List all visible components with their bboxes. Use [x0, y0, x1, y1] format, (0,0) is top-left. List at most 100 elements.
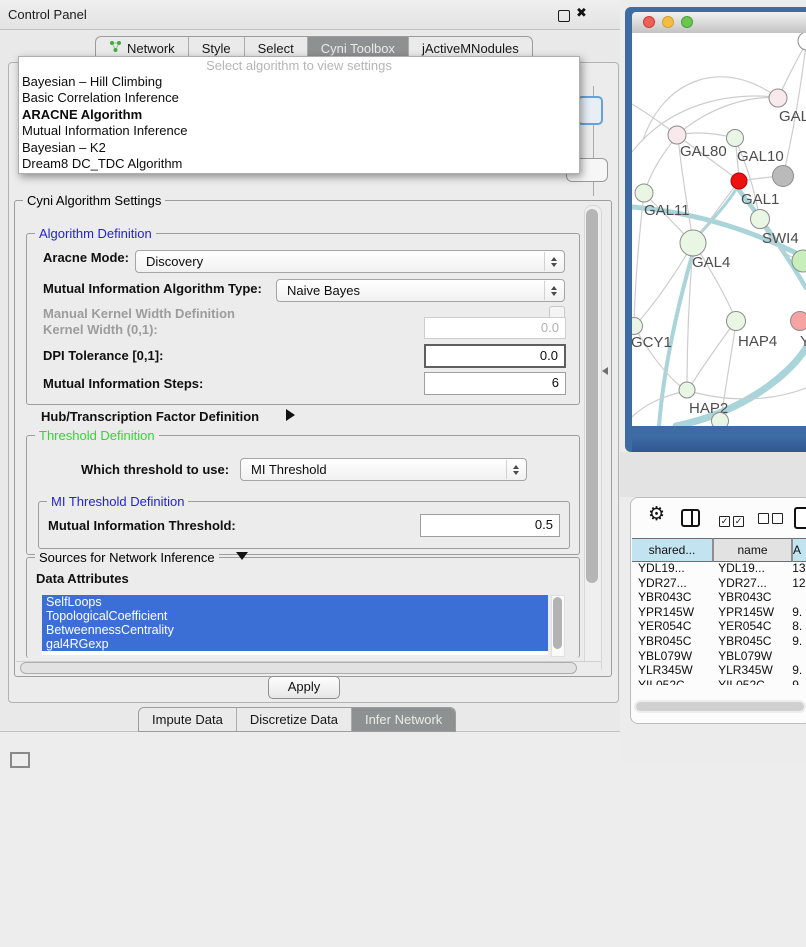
network-node-GAL1[interactable] [731, 173, 747, 189]
network-node-gray-node[interactable] [773, 166, 794, 187]
table-horizontal-scrollbar-thumb[interactable] [636, 702, 804, 711]
network-node-HAP2[interactable] [679, 382, 695, 398]
table-cell[interactable]: YDR27... [632, 576, 712, 591]
algorithm-option[interactable]: Dream8 DC_TDC Algorithm [19, 156, 579, 172]
table-cell[interactable]: YDL19... [632, 561, 712, 576]
table-cell[interactable]: YER054C [712, 619, 790, 634]
network-edge[interactable] [677, 98, 778, 135]
data-attribute-item[interactable]: gal4RGexp [42, 637, 548, 651]
close-traffic-light-icon[interactable] [643, 16, 655, 28]
network-node-edge-node[interactable] [798, 33, 806, 50]
table-cell[interactable]: YLR345W [712, 663, 790, 678]
table-cell[interactable]: YPR145W [712, 605, 790, 620]
table-cell[interactable]: 9. [790, 605, 806, 620]
tab-discretize-data[interactable]: Discretize Data [237, 708, 352, 731]
settings-gear-icon[interactable]: ⚙ [648, 503, 665, 526]
dpi-tolerance-field[interactable]: 0.0 [424, 344, 566, 368]
close-icon[interactable]: ✖ [576, 5, 587, 21]
table-row[interactable]: YER054CYER054C8. [632, 619, 806, 634]
table-cell[interactable]: YBR045C [712, 634, 790, 649]
settings-horizontal-scrollbar-thumb[interactable] [20, 662, 577, 674]
data-attributes-list[interactable]: SelfLoopsTopologicalCoefficientBetweenne… [42, 595, 548, 655]
network-node-GAL4[interactable] [680, 230, 706, 256]
collapse-arrow-icon[interactable] [236, 552, 248, 560]
table-row[interactable]: YBR045CYBR045C9. [632, 634, 806, 649]
tab-impute-data[interactable]: Impute Data [139, 708, 237, 731]
data-attribute-item[interactable]: SelfLoops [42, 595, 548, 609]
tab-infer-network[interactable]: Infer Network [352, 708, 455, 731]
settings-vertical-scrollbar-thumb[interactable] [586, 209, 598, 583]
network-node-bottom-node[interactable] [712, 413, 729, 427]
table-cell[interactable]: 9 [790, 678, 806, 685]
attributes-scrollbar-thumb[interactable] [553, 597, 562, 649]
table-cell[interactable]: YIL052C [632, 678, 712, 685]
aracne-mode-combobox[interactable]: Discovery [135, 250, 565, 273]
table-cell[interactable]: 12 [790, 576, 806, 591]
table-row[interactable]: YPR145WYPR145W9. [632, 605, 806, 620]
algorithm-option[interactable]: Bayesian – K2 [19, 140, 579, 156]
apply-button[interactable]: Apply [268, 676, 340, 699]
table-cell[interactable]: YBL079W [712, 649, 790, 664]
network-edge[interactable] [634, 193, 644, 325]
network-node-GAL10[interactable] [727, 130, 744, 147]
mi-steps-field[interactable]: 6 [424, 372, 566, 395]
network-node-GAL80[interactable] [668, 126, 686, 144]
data-attribute-item[interactable]: TopologicalCoefficient [42, 609, 548, 623]
algorithm-option[interactable]: Basic Correlation Inference [19, 90, 579, 106]
data-attribute-item[interactable]: BetweennessCentrality [42, 623, 548, 637]
network-node-HAP4[interactable] [727, 312, 746, 331]
control-panel-titlebar[interactable]: Control Panel ✖ [0, 0, 620, 30]
kernel-width-field[interactable]: 0.0 [424, 317, 566, 339]
table-rows[interactable]: YDL19...YDL19...13YDR27...YDR27...12YBR0… [632, 561, 806, 685]
algorithm-option[interactable]: Mutual Information Inference [19, 123, 579, 139]
mi-threshold-field[interactable]: 0.5 [420, 514, 560, 537]
mi-algorithm-type-combobox[interactable]: Naive Bayes [276, 279, 565, 302]
table-cell[interactable]: YBR043C [632, 590, 712, 605]
table-row[interactable]: YIL052CYIL052C9 [632, 678, 806, 685]
function-builder-icon[interactable] [794, 507, 806, 529]
network-node-GCY1[interactable] [632, 318, 643, 335]
table-row[interactable]: YDR27...YDR27...12 [632, 576, 806, 591]
network-edge[interactable] [634, 252, 688, 327]
network-node-GAL11[interactable] [635, 184, 653, 202]
table-cell[interactable] [790, 590, 806, 605]
table-cell[interactable]: YIL052C [712, 678, 790, 685]
deselect-all-icon[interactable] [758, 511, 786, 529]
table-cell[interactable]: 9. [790, 634, 806, 649]
splitter-collapse-icon[interactable] [602, 367, 608, 375]
column-header-partial[interactable]: A [793, 538, 806, 562]
network-node-salmon-node[interactable] [791, 312, 806, 331]
algorithm-option[interactable]: Bayesian – Hill Climbing [19, 74, 579, 90]
select-all-icon[interactable]: ✓✓ [719, 511, 747, 529]
table-cell[interactable]: YPR145W [632, 605, 712, 620]
column-layout-icon[interactable] [681, 509, 700, 527]
column-header-shared-name[interactable]: shared... [632, 538, 714, 562]
network-edge[interactable] [696, 181, 739, 240]
table-cell[interactable] [790, 649, 806, 664]
zoom-traffic-light-icon[interactable] [681, 16, 693, 28]
table-cell[interactable]: YLR345W [632, 663, 712, 678]
table-row[interactable]: YDL19...YDL19...13 [632, 561, 806, 576]
expand-arrow-icon[interactable] [286, 409, 295, 421]
table-cell[interactable]: YBL079W [632, 649, 712, 664]
network-edge[interactable] [643, 77, 778, 140]
minimize-traffic-light-icon[interactable] [662, 16, 674, 28]
column-header-name[interactable]: name [714, 538, 793, 562]
network-edge[interactable] [645, 136, 677, 191]
table-cell[interactable]: 9. [790, 663, 806, 678]
table-cell[interactable]: YDR27... [712, 576, 790, 591]
table-cell[interactable]: 8. [790, 619, 806, 634]
table-cell[interactable]: YDL19... [712, 561, 790, 576]
table-row[interactable]: YBL079WYBL079W [632, 649, 806, 664]
threshold-combobox[interactable]: MI Threshold [240, 458, 527, 481]
algorithm-option[interactable]: ARACNE Algorithm [19, 107, 579, 123]
network-canvas[interactable]: GALGAL80GAL10GAL1GAL11SWI4GAL4GCY1HAP4YH… [632, 33, 806, 426]
network-node-SWI4[interactable] [751, 210, 770, 229]
table-cell[interactable]: 13 [790, 561, 806, 576]
float-window-icon[interactable] [558, 10, 570, 22]
table-cell[interactable]: YBR045C [632, 634, 712, 649]
network-window-titlebar[interactable] [632, 12, 806, 34]
table-cell[interactable]: YBR043C [712, 590, 790, 605]
minimized-panel-icon[interactable] [10, 752, 30, 768]
network-node-gal-partial[interactable] [769, 89, 787, 107]
